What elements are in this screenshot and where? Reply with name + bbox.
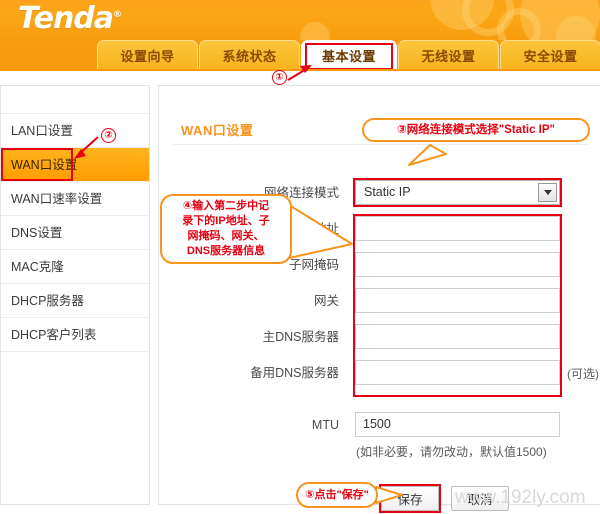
primary-dns-label: 主DNS服务器	[262, 330, 339, 344]
sidebar-item-label: DHCP客户列表	[11, 328, 97, 342]
panel-divider	[173, 144, 588, 145]
tab-system-status[interactable]: 系统状态	[199, 40, 300, 70]
secondary-dns-label: 备用DNS服务器	[250, 366, 339, 380]
tab-security-settings[interactable]: 安全设置	[500, 40, 600, 70]
gateway-input[interactable]	[355, 288, 560, 313]
sidebar-item-label: LAN口设置	[11, 124, 73, 138]
brand-trademark: ®	[113, 10, 122, 20]
tab-label: 基本设置	[321, 49, 376, 64]
app-header: Tenda®	[0, 0, 600, 40]
save-button[interactable]: 保存	[381, 486, 439, 511]
sidebar-highlight-box	[1, 148, 73, 181]
sidebar-item-wan-settings[interactable]: WAN口设置	[1, 148, 149, 182]
mtu-label: MTU	[311, 418, 339, 432]
annotation-callout-5: ⑤点击"保存"	[296, 482, 378, 508]
sidebar-item-wan-speed-settings[interactable]: WAN口速率设置	[1, 182, 149, 216]
tab-wireless-settings[interactable]: 无线设置	[398, 40, 499, 70]
sidebar-item-dhcp-client-list[interactable]: DHCP客户列表	[1, 318, 149, 352]
form-row-secondary-dns: 备用DNS服务器 (可选)	[159, 360, 600, 387]
tab-label: 无线设置	[421, 49, 476, 64]
decorative-bubble	[300, 22, 330, 40]
annotation-step-2-badge: ②	[101, 128, 116, 143]
connection-mode-select[interactable]: Static IP	[355, 180, 560, 205]
sidebar-item-label: WAN口速率设置	[11, 192, 103, 206]
tab-basic-settings[interactable]: 基本设置	[301, 40, 397, 70]
save-button-label: 保存	[397, 493, 423, 507]
wan-settings-panel: WAN口设置 网络连接模式 Static IP IP地址 子网掩码 网关 主DN…	[158, 85, 600, 513]
mtu-hint: (如非必要，请勿改动，默认值1500)	[356, 445, 547, 459]
form-row-primary-dns: 主DNS服务器	[159, 324, 600, 351]
ip-address-input[interactable]	[355, 216, 560, 241]
subnet-mask-input[interactable]	[355, 252, 560, 277]
site-watermark: www.192ly.com	[455, 487, 586, 508]
sidebar-item-label: DNS设置	[11, 226, 63, 240]
sidebar-nav: LAN口设置 WAN口设置 WAN口速率设置 DNS设置 MAC克隆 DHCP服…	[0, 85, 150, 505]
sidebar-top-spacer	[1, 86, 149, 114]
gateway-label: 网关	[313, 294, 339, 308]
sidebar-item-dns-settings[interactable]: DNS设置	[1, 216, 149, 250]
tab-label: 设置向导	[120, 49, 175, 64]
annotation-step-1-badge: ①	[272, 70, 287, 85]
form-row-mtu: MTU 1500	[159, 412, 600, 439]
tab-label: 系统状态	[222, 49, 277, 64]
primary-dns-input[interactable]	[355, 324, 560, 349]
main-tabbar: 设置向导 系统状态 基本设置 无线设置 安全设置	[0, 40, 600, 70]
annotation-callout-4: ④输入第二步中记 录下的IP地址、子 网掩码、网关、 DNS服务器信息	[160, 194, 292, 264]
connection-mode-value: Static IP	[364, 185, 411, 199]
sidebar-item-label: DHCP服务器	[11, 294, 84, 308]
sidebar-item-dhcp-server[interactable]: DHCP服务器	[1, 284, 149, 318]
mtu-input[interactable]: 1500	[355, 412, 560, 437]
sidebar-item-label: MAC克隆	[11, 260, 64, 274]
form-row-gateway: 网关	[159, 288, 600, 315]
tab-label: 安全设置	[523, 49, 578, 64]
annotation-callout-3: ③网络连接模式选择"Static IP"	[362, 118, 590, 142]
brand-logo-text: Tenda	[18, 1, 114, 36]
sidebar-item-mac-clone[interactable]: MAC克隆	[1, 250, 149, 284]
chevron-down-icon[interactable]	[538, 183, 557, 202]
secondary-dns-input[interactable]	[355, 360, 560, 385]
panel-section-title: WAN口设置	[181, 123, 254, 138]
brand-logo: Tenda®	[18, 1, 122, 36]
sidebar-item-lan-settings[interactable]: LAN口设置	[1, 114, 149, 148]
secondary-dns-optional-note: (可选)	[567, 367, 599, 381]
tab-setup-wizard[interactable]: 设置向导	[97, 40, 198, 70]
